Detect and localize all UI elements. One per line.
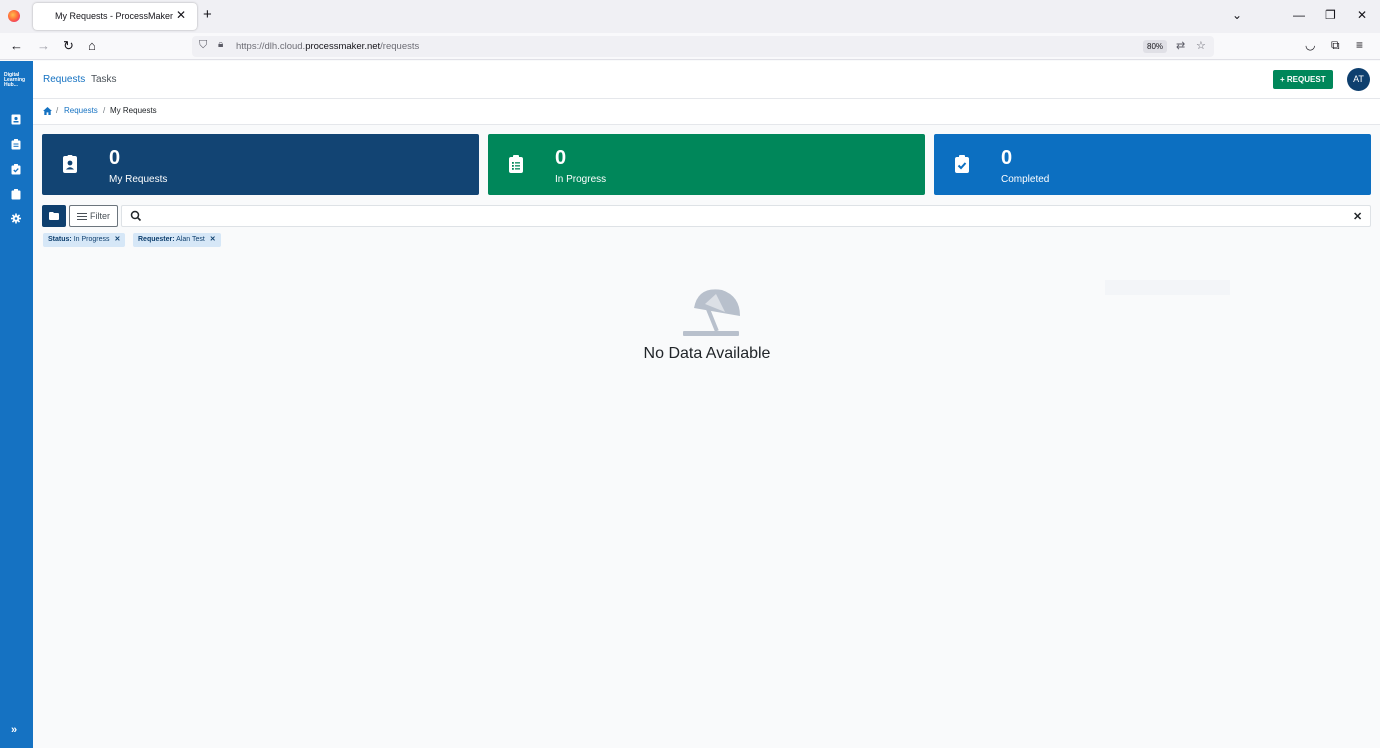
translate-icon[interactable]: ⇄ (1176, 39, 1185, 52)
clipboard-list-icon[interactable] (11, 189, 21, 200)
clipboard-check-icon (955, 155, 969, 173)
lock-icon[interactable]: 🔒︎ (218, 39, 223, 50)
forward-icon[interactable]: → (37, 38, 50, 53)
shield-icon[interactable]: ⛉ (199, 39, 207, 52)
restore-icon[interactable]: ❐ (1325, 8, 1336, 22)
filter-button-label: Filter (90, 211, 110, 221)
remove-filter-icon[interactable]: ✕ (114, 236, 120, 243)
card-label: My Requests (109, 174, 168, 185)
zoom-badge[interactable]: 80% (1143, 40, 1168, 53)
clipboard-list-icon (509, 155, 523, 173)
back-icon[interactable]: ← (10, 38, 23, 53)
tab-list-chevron-icon[interactable]: ⌄ (1232, 8, 1242, 22)
pill-key: Status: (48, 236, 72, 243)
search-icon (130, 210, 142, 222)
beach-umbrella-icon (683, 289, 740, 336)
pill-key: Requester: (138, 236, 175, 243)
pill-value: Alan Test (176, 236, 205, 243)
tab-close-icon[interactable]: ✕ (176, 8, 186, 22)
card-count: 0 (109, 147, 121, 169)
new-tab-icon[interactable]: + (203, 7, 212, 22)
filter-pill-requester[interactable]: Requester: Alan Test ✕ (133, 233, 221, 247)
plus-icon: + (1280, 75, 1285, 84)
breadcrumb-separator: / (103, 106, 106, 115)
filter-lines-icon (77, 213, 87, 220)
search-box: ✕ (121, 205, 1371, 227)
url-text[interactable]: https://dlh.cloud.processmaker.net/reque… (236, 41, 419, 52)
breadcrumb-current: My Requests (110, 106, 157, 115)
nav-link-requests[interactable]: Requests (43, 74, 85, 85)
clipboard-icon[interactable] (11, 139, 21, 150)
home-icon[interactable] (43, 107, 52, 115)
id-card-icon (63, 155, 77, 173)
pill-value: In Progress (73, 236, 110, 243)
window-close-icon[interactable]: ✕ (1357, 8, 1367, 22)
bookmark-star-icon[interactable]: ☆ (1196, 39, 1206, 52)
url-bar[interactable]: ⛉ 🔒︎ https://dlh.cloud.processmaker.net/… (192, 36, 1214, 57)
home-icon[interactable]: ⌂ (88, 38, 96, 53)
new-request-button[interactable]: + REQUEST (1273, 70, 1333, 89)
search-input[interactable] (148, 208, 1338, 224)
new-request-label: REQUEST (1286, 75, 1326, 84)
nav-link-tasks[interactable]: Tasks (91, 74, 117, 85)
card-label: Completed (1001, 174, 1050, 185)
clear-search-icon[interactable]: ✕ (1353, 210, 1362, 223)
tab-title: My Requests - ProcessMaker (55, 11, 174, 21)
minimize-icon[interactable]: — (1293, 8, 1305, 22)
browser-tab[interactable]: My Requests - ProcessMaker ✕ (33, 3, 197, 30)
pocket-icon[interactable]: ◡ (1305, 38, 1315, 52)
clipboard-check-icon[interactable] (11, 164, 21, 175)
filter-button[interactable]: Filter (69, 205, 118, 227)
saved-search-folder-button[interactable] (42, 205, 66, 227)
sidebar-logo[interactable]: Digital Learning Hub... (4, 73, 30, 88)
filter-pill-status[interactable]: Status: In Progress ✕ (43, 233, 126, 247)
card-count: 0 (555, 147, 567, 169)
remove-filter-icon[interactable]: ✕ (210, 236, 216, 243)
id-card-icon[interactable] (11, 114, 21, 125)
firefox-logo-icon[interactable] (8, 10, 20, 22)
folder-icon (49, 212, 59, 220)
breadcrumb-requests[interactable]: Requests (64, 106, 98, 115)
cog-icon[interactable] (11, 213, 21, 224)
empty-state-message: No Data Available (643, 345, 771, 362)
card-in-progress[interactable]: 0 In Progress (488, 134, 925, 195)
expand-sidebar-icon[interactable]: » (11, 724, 17, 736)
top-navigation: Requests Tasks + REQUEST AT (33, 61, 1380, 99)
browser-nav-bar: ← → ↻ ⌂ ⛉ 🔒︎ https://dlh.cloud.processma… (0, 33, 1380, 60)
card-label: In Progress (555, 174, 607, 185)
browser-tab-bar: My Requests - ProcessMaker ✕ + ⌄ — ❐ ✕ (0, 0, 1380, 33)
breadcrumb-separator: / (56, 106, 59, 115)
card-completed[interactable]: 0 Completed (934, 134, 1371, 195)
sidebar: Digital Learning Hub... » (0, 61, 33, 748)
reload-icon[interactable]: ↻ (63, 38, 74, 53)
card-my-requests[interactable]: 0 My Requests (42, 134, 479, 195)
card-count: 0 (1001, 147, 1013, 169)
extensions-icon[interactable]: ⧉ (1331, 38, 1340, 53)
user-avatar[interactable]: AT (1347, 68, 1370, 91)
breadcrumb: / Requests / My Requests (33, 99, 1380, 125)
faint-overlay (1105, 280, 1230, 295)
menu-icon[interactable]: ≡ (1356, 38, 1363, 52)
